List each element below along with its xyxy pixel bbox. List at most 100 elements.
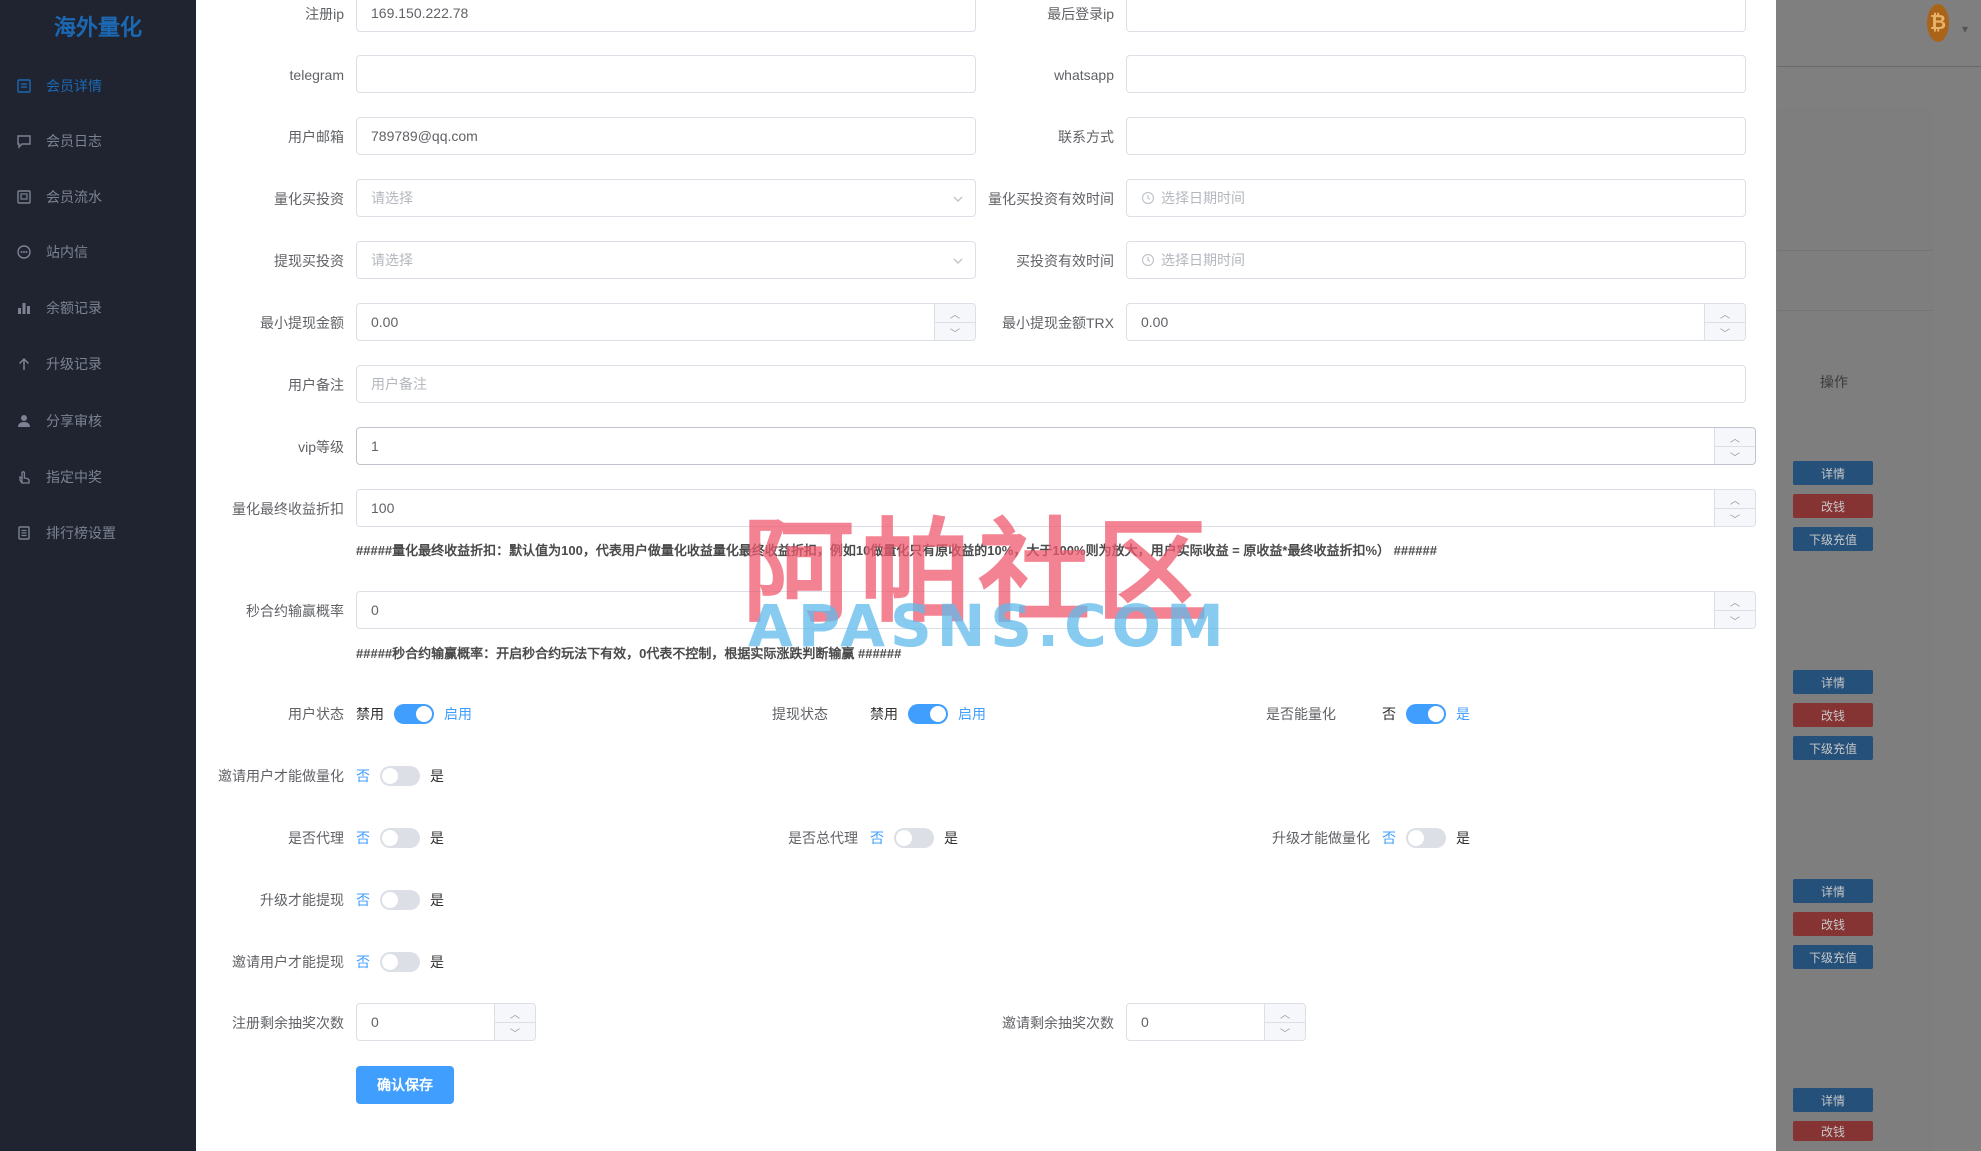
- decrease-icon[interactable]: ﹀: [1715, 509, 1755, 527]
- background-table-panel: [1777, 108, 1933, 1151]
- increase-icon[interactable]: ︿: [1715, 428, 1755, 447]
- remark-label: 用户备注: [288, 377, 344, 393]
- increase-icon[interactable]: ︿: [1705, 304, 1745, 323]
- number-stepper[interactable]: ︿ ﹀: [494, 1004, 535, 1040]
- detail-button[interactable]: 详情: [1793, 1088, 1873, 1112]
- invite-withdraw-label: 邀请用户才能提现: [232, 954, 344, 970]
- vip-level-number-input[interactable]: 1 ︿ ﹀: [356, 427, 1756, 465]
- switch-on-text: 是: [1456, 706, 1470, 722]
- user-status-switch-group: 禁用 启用: [356, 694, 472, 734]
- chat-icon: [14, 133, 34, 149]
- chevron-down-icon: [953, 196, 963, 202]
- sidebar-item-label: 余额记录: [46, 300, 102, 316]
- sidebar-item-member-log[interactable]: 会员日志: [0, 121, 196, 161]
- reg-ip-input[interactable]: 169.150.222.78: [356, 0, 976, 32]
- decrease-icon[interactable]: ﹀: [1715, 447, 1755, 465]
- quant-invest-valid-datetime[interactable]: 选择日期时间: [1126, 179, 1746, 217]
- caret-down-icon: ▾: [1962, 22, 1969, 36]
- sidebar-item-member-detail[interactable]: 会员详情: [0, 66, 196, 106]
- decrease-icon[interactable]: ﹀: [1265, 1023, 1305, 1041]
- sidebar-item-balance-record[interactable]: 余额记录: [0, 288, 196, 328]
- increase-icon[interactable]: ︿: [1265, 1004, 1305, 1023]
- sidebar-item-label: 会员日志: [46, 133, 102, 149]
- min-withdraw-trx-label: 最小提现金额TRX: [1002, 315, 1114, 331]
- detail-button[interactable]: 详情: [1793, 670, 1873, 694]
- number-stepper[interactable]: ︿ ﹀: [1704, 304, 1745, 340]
- increase-icon[interactable]: ︿: [495, 1004, 535, 1023]
- reg-lottery-number-input[interactable]: 0 ︿ ﹀: [356, 1003, 536, 1041]
- invite-withdraw-switch-group: 否 是: [356, 942, 444, 982]
- recharge-button[interactable]: 下级充值: [1793, 736, 1873, 760]
- app-logo-title: 海外量化: [53, 15, 142, 40]
- quant-invest-select[interactable]: 请选择: [356, 179, 976, 217]
- bitcoin-avatar-icon[interactable]: ₿: [1927, 4, 1949, 42]
- recharge-button[interactable]: 下级充值: [1793, 945, 1873, 969]
- detail-button[interactable]: 详情: [1793, 879, 1873, 903]
- sidebar-item-label: 站内信: [46, 244, 88, 260]
- number-stepper[interactable]: ︿ ﹀: [1714, 592, 1755, 628]
- min-withdraw-trx-number-input[interactable]: 0.00 ︿ ﹀: [1126, 303, 1746, 341]
- withdraw-invest-select[interactable]: 请选择: [356, 241, 976, 279]
- edit-money-button[interactable]: 改钱: [1793, 912, 1873, 936]
- decrease-icon[interactable]: ﹀: [1715, 611, 1755, 629]
- increase-icon[interactable]: ︿: [1715, 490, 1755, 509]
- confirm-save-button[interactable]: 确认保存: [356, 1066, 454, 1104]
- edit-money-button[interactable]: 改钱: [1793, 703, 1873, 727]
- number-stepper[interactable]: ︿ ﹀: [1714, 428, 1755, 464]
- withdraw-status-switch-group: 禁用 启用: [870, 694, 986, 734]
- sidebar-item-label: 分享审核: [46, 413, 102, 429]
- edit-money-button[interactable]: 改钱: [1793, 1121, 1873, 1141]
- contact-input[interactable]: [1126, 117, 1746, 155]
- recharge-button[interactable]: 下级充值: [1793, 527, 1873, 551]
- decrease-icon[interactable]: ﹀: [495, 1023, 535, 1041]
- arrow-up-icon: [14, 356, 34, 372]
- is-agent-switch-group: 否 是: [356, 818, 444, 858]
- upgrade-quant-switch[interactable]: [1406, 828, 1446, 848]
- invite-lottery-number-input[interactable]: 0 ︿ ﹀: [1126, 1003, 1306, 1041]
- can-quant-switch[interactable]: [1406, 704, 1446, 724]
- number-stepper[interactable]: ︿ ﹀: [1264, 1004, 1305, 1040]
- watermark-en: APASNS.COM: [748, 592, 1229, 660]
- sidebar-item-label: 会员流水: [46, 189, 102, 205]
- decrease-icon[interactable]: ﹀: [1705, 323, 1745, 341]
- background-topbar: [1777, 0, 1981, 67]
- switch-on-text: 启用: [958, 706, 986, 722]
- switch-on-text: 启用: [444, 706, 472, 722]
- clock-icon: [1141, 253, 1155, 267]
- is-general-agent-switch[interactable]: [894, 828, 934, 848]
- withdraw-status-switch[interactable]: [908, 704, 948, 724]
- number-stepper[interactable]: ︿ ﹀: [1714, 490, 1755, 526]
- email-input[interactable]: 789789@qq.com: [356, 117, 976, 155]
- sidebar-item-inbox[interactable]: 站内信: [0, 232, 196, 272]
- invite-quant-switch[interactable]: [380, 766, 420, 786]
- invite-lottery-label: 邀请剩余抽奖次数: [1002, 1015, 1114, 1031]
- increase-icon[interactable]: ︿: [1715, 592, 1755, 611]
- withdraw-status-label: 提现状态: [772, 706, 828, 722]
- switch-on-text: 是: [430, 768, 444, 784]
- remark-input[interactable]: 用户备注: [356, 365, 1746, 403]
- is-agent-switch[interactable]: [380, 828, 420, 848]
- can-quant-switch-group: 否 是: [1382, 694, 1470, 734]
- telegram-label: telegram: [289, 67, 344, 83]
- whatsapp-input[interactable]: [1126, 55, 1746, 93]
- detail-button[interactable]: 详情: [1793, 461, 1873, 485]
- sidebar-item-assign-prize[interactable]: 指定中奖: [0, 457, 196, 497]
- invest-valid-datetime[interactable]: 选择日期时间: [1126, 241, 1746, 279]
- last-login-ip-input[interactable]: [1126, 0, 1746, 32]
- invite-quant-label: 邀请用户才能做量化: [218, 768, 344, 784]
- switch-off-text: 否: [356, 768, 370, 784]
- edit-money-button[interactable]: 改钱: [1793, 494, 1873, 518]
- invite-withdraw-switch[interactable]: [380, 952, 420, 972]
- quant-invest-valid-label: 量化买投资有效时间: [988, 191, 1114, 207]
- vip-level-label: vip等级: [298, 439, 344, 455]
- sidebar-item-member-flow[interactable]: 会员流水: [0, 177, 196, 217]
- telegram-input[interactable]: [356, 55, 976, 93]
- min-withdraw-number-input[interactable]: 0.00 ︿ ﹀: [356, 303, 976, 341]
- sidebar-item-leaderboard[interactable]: 排行榜设置: [0, 513, 196, 553]
- sidebar-item-label: 升级记录: [46, 356, 102, 372]
- sidebar-item-share-review[interactable]: 分享审核: [0, 401, 196, 441]
- upgrade-withdraw-switch[interactable]: [380, 890, 420, 910]
- user-status-switch[interactable]: [394, 704, 434, 724]
- min-withdraw-label: 最小提现金额: [260, 315, 344, 331]
- sidebar-item-upgrade-record[interactable]: 升级记录: [0, 344, 196, 384]
